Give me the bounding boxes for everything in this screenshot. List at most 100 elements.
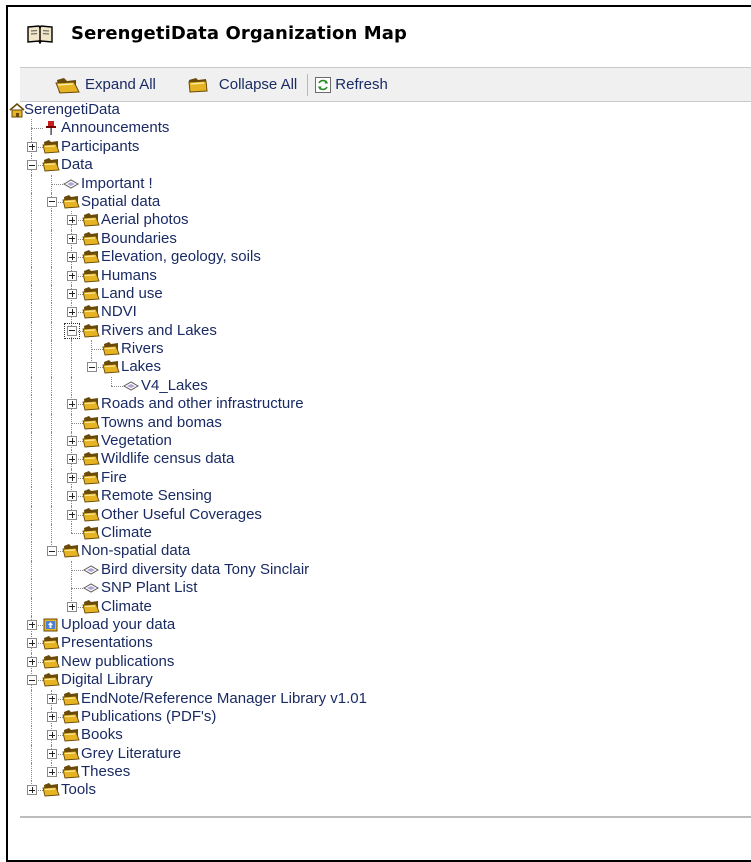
- tree-node-label[interactable]: Rivers: [121, 340, 164, 358]
- tree-node-climate[interactable]: Climate: [8, 597, 751, 616]
- expand-toggle-icon[interactable]: [47, 730, 57, 741]
- collapse-toggle-icon[interactable]: [47, 546, 57, 557]
- tree-node-label[interactable]: Humans: [101, 267, 157, 285]
- tree-node-label[interactable]: Announcements: [61, 119, 169, 137]
- tree-node-other-useful-coverages[interactable]: Other Useful Coverages: [8, 505, 751, 524]
- tree-node-label[interactable]: Data: [61, 156, 93, 174]
- tree-node-label[interactable]: Digital Library: [61, 671, 153, 689]
- tree-node-label[interactable]: Land use: [101, 285, 163, 303]
- tree-node-label[interactable]: SNP Plant List: [101, 579, 197, 597]
- tree-node-v4-lakes[interactable]: V4_Lakes: [8, 376, 751, 396]
- tree-node-label[interactable]: Rivers and Lakes: [101, 322, 217, 340]
- tree-node-elevation-geology-soils[interactable]: Elevation, geology, soils: [8, 248, 751, 267]
- tree-node-humans[interactable]: Humans: [8, 266, 751, 285]
- tree-node-tools[interactable]: Tools: [8, 781, 751, 799]
- tree-node-remote-sensing[interactable]: Remote Sensing: [8, 487, 751, 506]
- collapse-all-button[interactable]: Collapse All: [187, 76, 297, 94]
- tree-node-presentations[interactable]: Presentations: [8, 634, 751, 653]
- tree-node-label[interactable]: Upload your data: [61, 616, 175, 634]
- tree-node-label[interactable]: Grey Literature: [81, 745, 181, 763]
- tree-node-label[interactable]: Non-spatial data: [81, 542, 190, 560]
- expand-toggle-icon[interactable]: [67, 491, 77, 502]
- tree-node-label[interactable]: Bird diversity data Tony Sinclair: [101, 561, 309, 579]
- tree-node-vegetation[interactable]: Vegetation: [8, 432, 751, 451]
- expand-toggle-icon[interactable]: [27, 619, 37, 630]
- tree-node-fire[interactable]: Fire: [8, 468, 751, 488]
- tree-node-label[interactable]: Elevation, geology, soils: [101, 248, 261, 266]
- tree-node-climate[interactable]: Climate: [8, 523, 751, 543]
- tree-node-spatial-data[interactable]: Spatial data: [8, 192, 751, 212]
- tree-node-data[interactable]: Data: [8, 156, 751, 175]
- tree-node-important[interactable]: Important !: [8, 174, 751, 193]
- tree-node-towns-and-bomas[interactable]: Towns and bomas: [8, 413, 751, 433]
- tree-node-label[interactable]: Spatial data: [81, 193, 160, 211]
- tree-node-non-spatial-data[interactable]: Non-spatial data: [8, 542, 751, 561]
- tree-node-bird-diversity-data-tony-sinclair[interactable]: Bird diversity data Tony Sinclair: [8, 560, 751, 580]
- tree-node-label[interactable]: NDVI: [101, 303, 137, 321]
- expand-toggle-icon[interactable]: [67, 252, 77, 263]
- tree-node-label[interactable]: Vegetation: [101, 432, 172, 450]
- expand-toggle-icon[interactable]: [27, 638, 37, 649]
- tree-node-label[interactable]: Lakes: [121, 358, 161, 376]
- expand-toggle-icon[interactable]: [67, 233, 77, 244]
- tree-node-land-use[interactable]: Land use: [8, 284, 751, 304]
- tree-node-announcements[interactable]: Announcements: [8, 119, 751, 138]
- tree-node-label[interactable]: Boundaries: [101, 230, 177, 248]
- tree-node-publications-pdf-s[interactable]: Publications (PDF's): [8, 707, 751, 727]
- tree-node-label[interactable]: Important !: [81, 175, 153, 193]
- tree-node-ndvi[interactable]: NDVI: [8, 303, 751, 322]
- expand-toggle-icon[interactable]: [27, 656, 37, 667]
- tree-node-boundaries[interactable]: Boundaries: [8, 229, 751, 249]
- tree-node-serengetidata[interactable]: SerengetiData: [8, 101, 751, 119]
- tree-node-label[interactable]: Wildlife census data: [101, 450, 234, 468]
- expand-toggle-icon[interactable]: [67, 601, 77, 612]
- tree-node-new-publications[interactable]: New publications: [8, 652, 751, 672]
- expand-toggle-icon[interactable]: [47, 711, 57, 722]
- tree-node-label[interactable]: Theses: [81, 763, 130, 781]
- tree-node-upload-your-data[interactable]: Upload your data: [8, 615, 751, 635]
- tree-node-label[interactable]: Participants: [61, 138, 139, 156]
- expand-all-button[interactable]: Expand All: [54, 76, 156, 94]
- tree-node-endnote-reference-manager-library-v1-01[interactable]: EndNote/Reference Manager Library v1.01: [8, 689, 751, 708]
- tree-node-rivers[interactable]: Rivers: [8, 340, 751, 359]
- tree-node-theses[interactable]: Theses: [8, 763, 751, 782]
- tree-node-label[interactable]: Aerial photos: [101, 211, 189, 229]
- tree-node-aerial-photos[interactable]: Aerial photos: [8, 211, 751, 230]
- tree-node-label[interactable]: Other Useful Coverages: [101, 506, 262, 524]
- tree-node-label[interactable]: Remote Sensing: [101, 487, 212, 505]
- tree-node-digital-library[interactable]: Digital Library: [8, 671, 751, 690]
- expand-toggle-icon[interactable]: [47, 693, 57, 704]
- collapse-toggle-icon[interactable]: [47, 196, 57, 207]
- expand-toggle-icon[interactable]: [67, 436, 77, 447]
- expand-toggle-icon[interactable]: [67, 509, 77, 520]
- expand-toggle-icon[interactable]: [47, 767, 57, 778]
- tree-node-label[interactable]: V4_Lakes: [141, 377, 208, 395]
- tree-node-rivers-and-lakes[interactable]: Rivers and Lakes: [8, 321, 751, 341]
- tree-node-label[interactable]: Publications (PDF's): [81, 708, 216, 726]
- collapse-toggle-icon[interactable]: [64, 322, 80, 339]
- tree-node-label[interactable]: Fire: [101, 469, 127, 487]
- tree-node-snp-plant-list[interactable]: SNP Plant List: [8, 579, 751, 598]
- tree-node-label[interactable]: Presentations: [61, 634, 153, 652]
- collapse-toggle-icon[interactable]: [27, 160, 37, 171]
- expand-toggle-icon[interactable]: [67, 454, 77, 465]
- tree-node-participants[interactable]: Participants: [8, 137, 751, 157]
- tree-node-label[interactable]: Books: [81, 726, 123, 744]
- tree-node-lakes[interactable]: Lakes: [8, 358, 751, 377]
- collapse-toggle-icon[interactable]: [87, 362, 97, 373]
- tree-node-label[interactable]: Climate: [101, 524, 152, 542]
- collapse-toggle-icon[interactable]: [27, 675, 37, 686]
- expand-toggle-icon[interactable]: [47, 748, 57, 759]
- expand-toggle-icon[interactable]: [67, 307, 77, 318]
- expand-toggle-icon[interactable]: [27, 785, 37, 796]
- tree-node-label[interactable]: Towns and bomas: [101, 414, 222, 432]
- refresh-button[interactable]: Refresh: [314, 76, 388, 94]
- tree-node-label[interactable]: New publications: [61, 653, 174, 671]
- tree-node-label[interactable]: EndNote/Reference Manager Library v1.01: [81, 690, 367, 708]
- expand-toggle-icon[interactable]: [67, 399, 77, 410]
- expand-toggle-icon[interactable]: [27, 141, 37, 152]
- tree-node-grey-literature[interactable]: Grey Literature: [8, 744, 751, 764]
- expand-toggle-icon[interactable]: [67, 472, 77, 483]
- tree-node-books[interactable]: Books: [8, 726, 751, 745]
- tree-node-roads-and-other-infrastructure[interactable]: Roads and other infrastructure: [8, 395, 751, 414]
